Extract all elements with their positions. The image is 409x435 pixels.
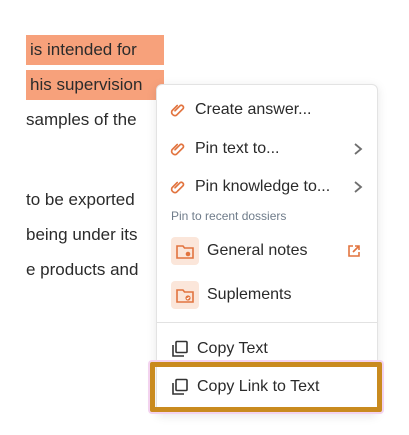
general-notes-item[interactable]: General notes (157, 235, 377, 267)
general-notes-label: General notes (207, 242, 308, 259)
pin-text-item[interactable]: Pin text to... (157, 136, 377, 162)
menu-divider (157, 322, 377, 323)
document-line-highlighted-2: his supervision (26, 70, 164, 100)
paperclip-icon (167, 176, 189, 198)
paperclip-icon (167, 138, 189, 160)
chevron-right-icon (353, 142, 363, 156)
copy-text-item[interactable]: Copy Text (157, 336, 377, 362)
create-answer-item[interactable]: Create answer... (157, 97, 377, 123)
chevron-right-icon (353, 180, 363, 194)
document-line-3: samples of the (26, 110, 137, 129)
folder-icon (171, 237, 199, 265)
create-answer-label: Create answer... (195, 101, 312, 118)
copy-text-label: Copy Text (197, 340, 268, 357)
folder-icon (171, 281, 199, 309)
recent-dossiers-heading: Pin to recent dossiers (171, 209, 287, 223)
focus-highlight-frame (150, 362, 382, 412)
document-line-highlighted-1: is intended for (26, 35, 164, 65)
document-line-6: e products and (26, 260, 139, 279)
paperclip-icon (167, 99, 189, 121)
document-line-5: being under its (26, 225, 138, 244)
document-line-4: to be exported (26, 190, 135, 209)
pin-knowledge-item[interactable]: Pin knowledge to... (157, 174, 377, 200)
copy-icon (169, 338, 191, 360)
external-link-icon[interactable] (347, 244, 361, 258)
pin-text-label: Pin text to... (195, 140, 280, 157)
pin-knowledge-label: Pin knowledge to... (195, 178, 331, 195)
suplements-label: Suplements (207, 286, 292, 303)
suplements-item[interactable]: Suplements (157, 279, 377, 311)
